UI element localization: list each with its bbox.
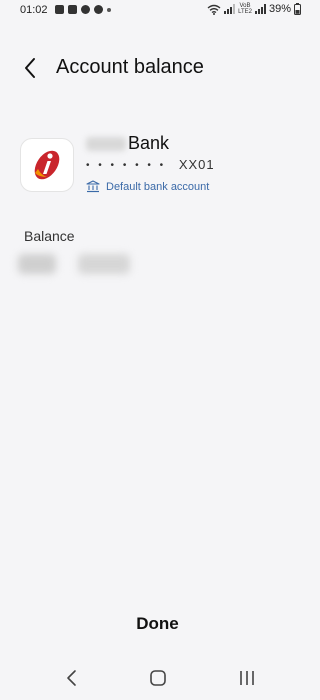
cloud-icon <box>94 5 103 14</box>
done-button[interactable]: Done <box>0 614 315 642</box>
message-icon <box>55 5 64 14</box>
redacted-balance-part <box>78 254 130 274</box>
wifi-icon <box>207 4 221 15</box>
redacted-balance-part <box>18 254 56 274</box>
volte-line2: LTE2 <box>238 9 252 15</box>
nav-recents-icon[interactable] <box>236 668 258 688</box>
volte-indicator: VoB LTE2 <box>238 3 252 15</box>
account-number: • • • • • • • XX01 <box>86 157 215 172</box>
battery-icon <box>294 3 301 15</box>
status-right: VoB LTE2 39% <box>207 3 301 15</box>
app-header: Account balance <box>0 50 315 90</box>
nav-back-icon[interactable] <box>62 668 82 688</box>
notification-icons <box>55 5 111 14</box>
account-suffix: XX01 <box>178 157 215 172</box>
page-title: Account balance <box>56 56 204 78</box>
account-mask: • • • • • • • <box>86 160 167 171</box>
status-bar: 01:02 VoB LTE2 39% <box>0 0 315 24</box>
redacted-bank-name <box>86 136 126 151</box>
back-button[interactable] <box>18 56 42 80</box>
bank-name-row: Bank <box>86 133 169 154</box>
signal-icon-2 <box>254 4 266 14</box>
default-account-label: Default bank account <box>106 180 210 193</box>
chevron-left-icon <box>25 58 35 78</box>
settings-notification-icon <box>81 5 90 14</box>
status-time: 01:02 <box>20 4 48 16</box>
bank-logo-icon <box>34 150 60 180</box>
bank-logo <box>20 138 74 192</box>
bank-account-card: Bank • • • • • • • XX01 Default bank acc… <box>20 133 300 194</box>
battery-percent: 39% <box>268 3 291 15</box>
nav-home-icon[interactable] <box>148 668 168 688</box>
balance-label: Balance <box>24 228 75 244</box>
dot-icon <box>107 8 111 12</box>
navigation-bar <box>0 660 315 696</box>
signal-icon <box>224 4 236 14</box>
default-account-badge: Default bank account <box>86 180 209 193</box>
bank-building-icon <box>86 180 100 193</box>
notes-icon <box>68 5 77 14</box>
bank-name: Bank <box>128 133 170 153</box>
balance-value-redacted <box>18 254 130 274</box>
